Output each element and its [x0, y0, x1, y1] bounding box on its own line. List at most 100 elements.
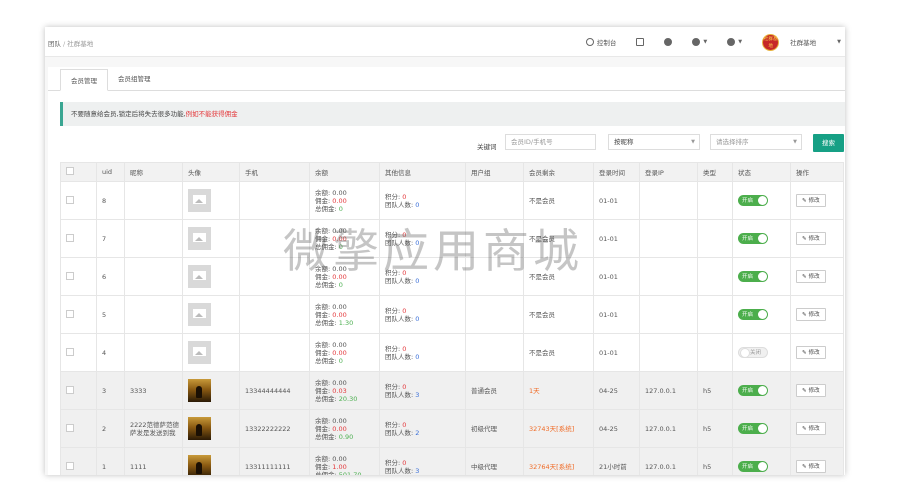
- notification-menu[interactable]: ▼: [682, 27, 717, 57]
- edit-button[interactable]: ✎ 修改: [796, 384, 826, 397]
- pencil-icon: ✎: [802, 463, 807, 470]
- row-checkbox[interactable]: [66, 385, 74, 394]
- store-button[interactable]: [626, 27, 654, 57]
- row-checkbox[interactable]: [66, 309, 74, 318]
- status-cell: 开启: [732, 257, 791, 296]
- order-placeholder: 请选择排序: [716, 138, 749, 146]
- login-time-cell: 01-01: [593, 219, 640, 258]
- info-cell: 积分: 0 团队人数: 2: [379, 409, 466, 448]
- edit-button[interactable]: ✎ 修改: [796, 346, 826, 359]
- row-select-cell: [60, 257, 97, 296]
- action-cell: ✎ 修改: [790, 371, 844, 410]
- team-line: 团队人数: 3: [385, 390, 420, 399]
- edit-button[interactable]: ✎ 修改: [796, 270, 826, 283]
- avatar-cell: [182, 447, 240, 475]
- table-row[interactable]: 4 余额: 0.00 佣金: 0.00 总佣金: 0 积分: 0 团队人数: 0…: [60, 333, 844, 372]
- remaining-cell: 32743天[系统]: [523, 409, 594, 448]
- login-time-cell: 01-01: [593, 257, 640, 296]
- status-toggle[interactable]: 开启: [738, 271, 768, 282]
- search-button[interactable]: 搜索: [813, 134, 844, 152]
- points-line: 积分: 0: [385, 458, 407, 467]
- login-ip-cell: [639, 181, 698, 220]
- action-cell: ✎ 修改: [790, 409, 844, 448]
- breadcrumb-parent[interactable]: 团队: [48, 40, 61, 48]
- edit-button[interactable]: ✎ 修改: [796, 194, 826, 207]
- uid-cell: 7: [96, 219, 125, 258]
- avatar-cell: [182, 257, 240, 296]
- table-row[interactable]: 2 2222范德萨范德萨发是发送到我 13322222222 余额: 0.00 …: [60, 409, 844, 448]
- total-commission-line: 总佣金: 0: [315, 356, 343, 365]
- column-header: 类型: [697, 162, 733, 182]
- row-select-cell: [60, 409, 97, 448]
- remaining-cell: 不是会员: [523, 333, 594, 372]
- keyword-input[interactable]: 会员ID/手机号: [505, 134, 596, 150]
- notice-text: 不要随意给会员,锁定后将失去很多功能,: [71, 110, 186, 118]
- status-toggle[interactable]: 开启: [738, 233, 768, 244]
- group-cell: [465, 181, 524, 220]
- action-cell: ✎ 修改: [790, 181, 844, 220]
- info-cell: 积分: 0 团队人数: 3: [379, 371, 466, 410]
- info-cell: 积分: 0 团队人数: 0: [379, 181, 466, 220]
- store-icon: [636, 38, 645, 46]
- row-checkbox[interactable]: [66, 423, 74, 432]
- team-line: 团队人数: 2: [385, 428, 420, 437]
- status-toggle[interactable]: 开启: [738, 461, 768, 472]
- chevron-down-icon: ▼: [703, 39, 708, 45]
- status-toggle[interactable]: 开启: [738, 195, 768, 206]
- status-toggle[interactable]: 开启: [738, 423, 768, 434]
- balance-cell: 余额: 0.00 佣金: 0.00 总佣金: 0: [309, 333, 380, 372]
- status-toggle[interactable]: 开启: [738, 309, 768, 320]
- edit-label: 修改: [808, 425, 820, 432]
- notice-highlight: 例如不能获得佣金: [185, 110, 238, 118]
- row-checkbox[interactable]: [66, 347, 74, 356]
- order-select[interactable]: 请选择排序 ▼: [710, 134, 802, 150]
- type-cell: h5: [697, 409, 733, 448]
- group-cell: [465, 295, 524, 334]
- row-checkbox[interactable]: [66, 233, 74, 242]
- edit-button[interactable]: ✎ 修改: [796, 422, 826, 435]
- top-nav: 控制台 ▼ ▼ 社群基地 社群基地 ▼: [576, 27, 845, 57]
- tab-member-group-management[interactable]: 会员组管理: [108, 68, 161, 90]
- group-cell: 初级代理: [465, 409, 524, 448]
- commission-line: 佣金: 0.00: [315, 196, 347, 205]
- warning-notice: 不要随意给会员,锁定后将失去很多功能,例如不能获得佣金: [60, 102, 845, 126]
- user-menu[interactable]: ▼: [717, 27, 752, 57]
- status-cell: 开启: [732, 181, 791, 220]
- column-header: 其他信息: [379, 162, 466, 182]
- select-all-checkbox[interactable]: [66, 167, 74, 175]
- column-header[interactable]: uid: [96, 162, 125, 182]
- account-menu[interactable]: 社群基地 社群基地 ▼: [752, 27, 845, 57]
- edit-button[interactable]: ✎ 修改: [796, 232, 826, 245]
- members-table: uid 昵称 头像 手机 余额 其他信息 用户组 会员剩余 登录时间 登录IP …: [60, 162, 844, 475]
- row-checkbox[interactable]: [66, 195, 74, 204]
- help-icon: [664, 38, 673, 46]
- edit-button[interactable]: ✎ 修改: [796, 308, 826, 321]
- console-link[interactable]: 控制台: [576, 27, 627, 57]
- edit-button[interactable]: ✎ 修改: [796, 460, 826, 473]
- sort-select[interactable]: 按昵称 ▼: [608, 134, 700, 150]
- avatar-image: [188, 379, 211, 402]
- table-row[interactable]: 5 余额: 0.00 佣金: 0.00 总佣金: 1.30 积分: 0 团队人数…: [60, 295, 844, 334]
- tab-member-management[interactable]: 会员管理: [60, 69, 108, 91]
- table-row[interactable]: 3 3333 13344444444 余额: 0.00 佣金: 0.03 总佣金…: [60, 371, 844, 410]
- action-cell: ✎ 修改: [790, 257, 844, 296]
- status-toggle[interactable]: 开启: [738, 385, 768, 396]
- avatar-image: [188, 303, 211, 326]
- row-checkbox[interactable]: [66, 271, 74, 280]
- login-ip-cell: [639, 333, 698, 372]
- row-checkbox[interactable]: [66, 461, 74, 470]
- avatar-image: [188, 265, 211, 288]
- column-header: 头像: [182, 162, 240, 182]
- balance-line: 余额: 0.00: [315, 188, 347, 197]
- watermark: 微擎应用商城: [283, 224, 583, 278]
- points-line: 积分: 0: [385, 382, 407, 391]
- help-button[interactable]: [654, 27, 682, 57]
- table-row[interactable]: 8 余额: 0.00 佣金: 0.00 总佣金: 0 积分: 0 团队人数: 0…: [60, 181, 844, 220]
- column-header: 状态: [732, 162, 791, 182]
- account-name: 社群基地: [790, 39, 817, 47]
- pencil-icon: ✎: [802, 273, 807, 280]
- table-row[interactable]: 1 1111 13311111111 余额: 0.00 佣金: 1.00 总佣金…: [60, 447, 844, 475]
- avatar-cell: [182, 371, 240, 410]
- nickname-cell: [124, 219, 183, 258]
- status-toggle[interactable]: 关闭: [738, 347, 768, 358]
